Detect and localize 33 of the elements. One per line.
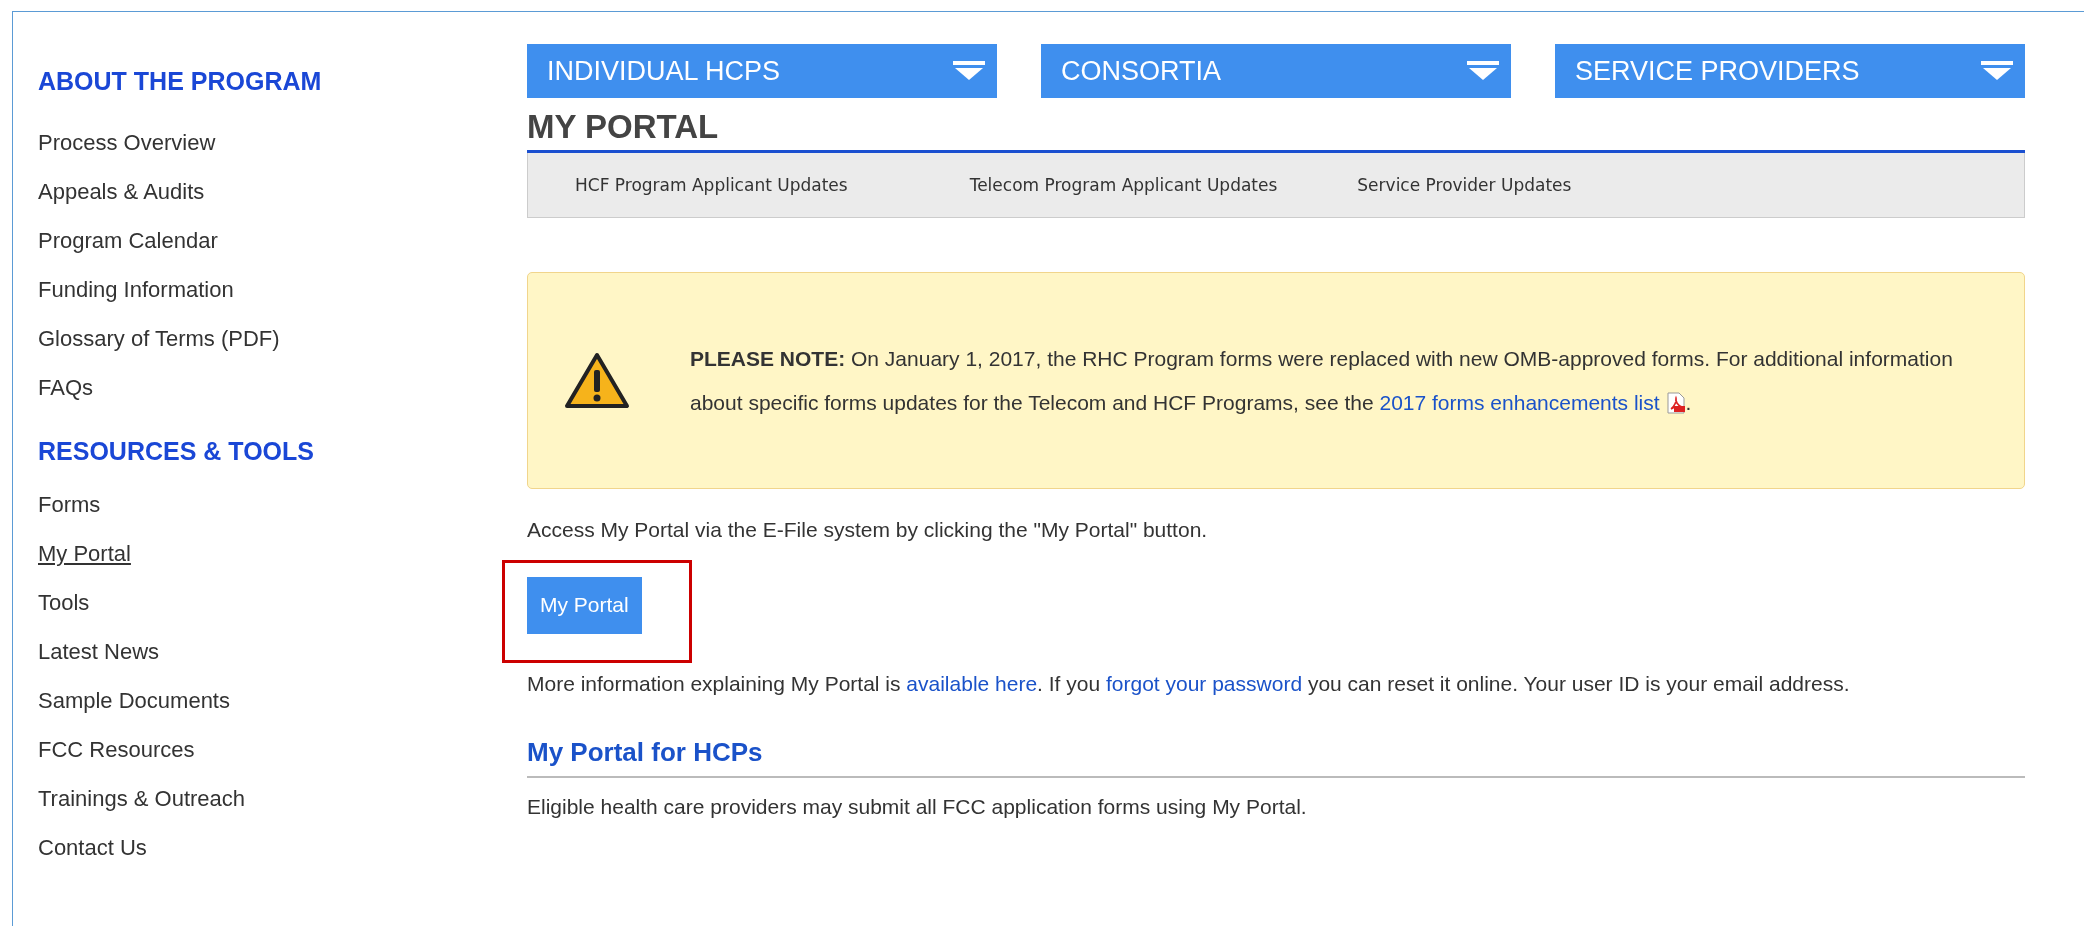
sidebar-link[interactable]: FCC Resources bbox=[38, 725, 195, 774]
sidebar-heading: RESOURCES & TOOLS bbox=[38, 436, 314, 467]
sidebar-link[interactable]: Forms bbox=[38, 480, 101, 529]
subnav-link[interactable]: HCF Program Applicant Updates bbox=[575, 175, 848, 195]
text-link[interactable]: 2017 forms enhancements list bbox=[1379, 390, 1660, 414]
sidebar-link[interactable]: Trainings & Outreach bbox=[38, 774, 246, 823]
caret-icon bbox=[1467, 61, 1499, 81]
sidebar-heading: ABOUT THE PROGRAM bbox=[38, 66, 322, 97]
section-text: Eligible health care providers may submit all FCC application forms using My Portal. bbox=[527, 794, 1308, 820]
subnav-link[interactable]: Service Provider Updates bbox=[1357, 175, 1572, 195]
intro-text: Access My Portal via the E-File system by clicking the "My Portal" button. bbox=[527, 517, 1209, 543]
sidebar-link[interactable]: Process Overview bbox=[38, 118, 216, 167]
sidebar-link[interactable]: Tools bbox=[38, 578, 90, 627]
caret-icon bbox=[953, 61, 985, 81]
sidebar-link[interactable]: My Portal bbox=[38, 529, 131, 578]
page-title: MY PORTAL bbox=[527, 107, 719, 147]
sidebar-link[interactable]: Appeals & Audits bbox=[38, 167, 205, 216]
warning-icon bbox=[564, 351, 630, 410]
pdf-icon bbox=[1665, 391, 1686, 414]
sidebar-link[interactable]: FAQs bbox=[38, 363, 93, 412]
sidebar-link[interactable]: Program Calendar bbox=[38, 216, 218, 265]
section-heading: My Portal for HCPs bbox=[527, 736, 763, 769]
text-link[interactable]: forgot your password bbox=[1105, 672, 1303, 695]
text-link[interactable]: available here bbox=[906, 672, 1038, 695]
info-text: More information explaining My Portal is available here. If you forgot your password you can reset it online. Your user ID is your email address. bbox=[527, 671, 1851, 697]
sidebar-link[interactable]: Contact Us bbox=[38, 823, 147, 872]
sidebar-link[interactable]: Latest News bbox=[38, 627, 160, 676]
sidebar-link[interactable]: Sample Documents bbox=[38, 676, 230, 725]
sidebar-link[interactable]: Glossary of Terms (PDF) bbox=[38, 314, 280, 363]
subnav-link[interactable]: Telecom Program Applicant Updates bbox=[969, 175, 1278, 195]
caret-icon bbox=[1981, 61, 2013, 81]
sidebar-link[interactable]: Funding Information bbox=[38, 265, 234, 314]
notice-text: PLEASE NOTE: On January 1, 2017, the RHC Program forms were replaced with new OMB-approved forms. For additional information about specific forms updates for the Telecom and HCF Programs, see the 2017 forms enhancements list . bbox=[690, 345, 1954, 416]
